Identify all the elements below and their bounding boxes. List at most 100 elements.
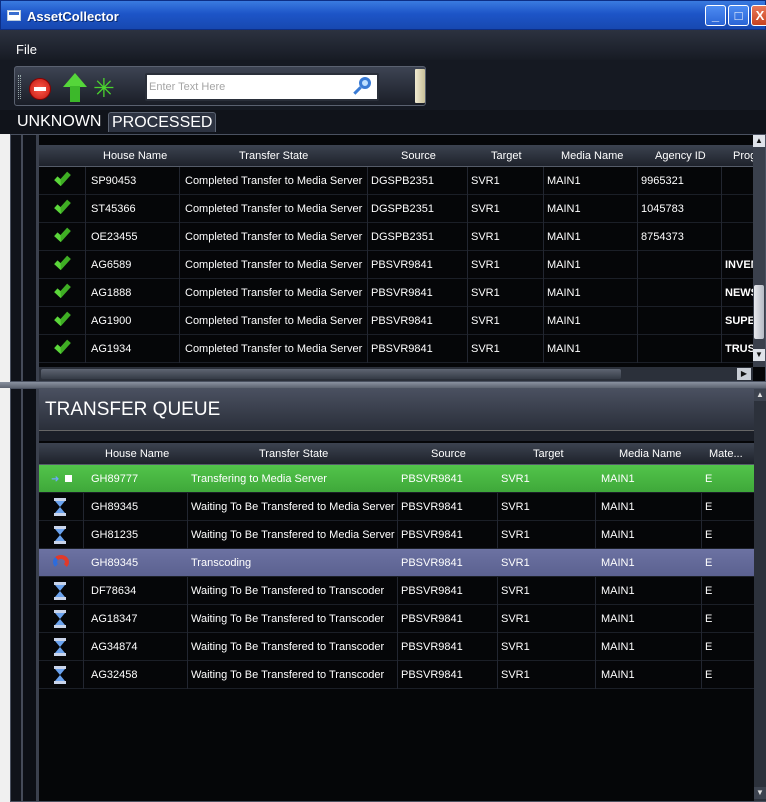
tab-bar: UNKNOWN PROCESSED xyxy=(0,110,766,134)
check-icon xyxy=(54,336,71,355)
transfer-queue-frame: TRANSFER QUEUE House Name Transfer State… xyxy=(10,388,766,802)
agency-id-cell: 9965321 xyxy=(641,175,684,187)
queue-row[interactable]: GH89345 Transcoding PBSVR9841 SVR1 MAIN1 E xyxy=(39,549,755,577)
column-separator xyxy=(187,661,188,689)
transfer-state-cell: Completed Transfer to Media Server xyxy=(185,203,363,215)
queue-house-name-cell: GH89345 xyxy=(91,501,139,513)
col-agency-id[interactable]: Agency ID xyxy=(655,150,706,162)
column-separator xyxy=(637,307,638,335)
queue-grid-header: House Name Transfer State Source Target … xyxy=(39,443,755,465)
column-separator xyxy=(367,307,368,335)
close-button[interactable]: X xyxy=(751,5,766,26)
column-separator xyxy=(187,521,188,549)
queue-media-name-cell: MAIN1 xyxy=(601,641,635,653)
table-row[interactable]: AG1934 Completed Transfer to Media Server… xyxy=(39,335,753,363)
processed-horizontal-scrollbar[interactable]: ▶ xyxy=(39,367,753,381)
col-transfer-state[interactable]: Transfer State xyxy=(239,150,308,162)
scroll-down-arrow-icon[interactable]: ▼ xyxy=(753,349,765,361)
prog-cell: SUPER xyxy=(725,315,753,327)
queue-media-name-cell: MAIN1 xyxy=(601,669,635,681)
queue-col-house-name[interactable]: House Name xyxy=(105,448,169,460)
house-name-cell: AG6589 xyxy=(91,259,132,271)
queue-row[interactable]: AG34874 Waiting To Be Transfered to Trans… xyxy=(39,633,755,661)
queue-scroll-up-arrow-icon[interactable]: ▲ xyxy=(754,389,766,401)
col-source[interactable]: Source xyxy=(401,150,436,162)
table-row[interactable]: AG1888 Completed Transfer to Media Server… xyxy=(39,279,753,307)
queue-vertical-scrollbar[interactable]: ▲ ▼ xyxy=(754,389,766,801)
column-separator xyxy=(543,167,544,195)
minimize-button[interactable]: _ xyxy=(705,5,726,26)
transfer-queue-grid: House Name Transfer State Source Target … xyxy=(39,443,755,802)
column-separator xyxy=(83,661,84,689)
scroll-up-arrow-icon[interactable]: ▲ xyxy=(753,135,765,147)
queue-row[interactable]: ➜ GH89777 Transfering to Media Server PBSVR… xyxy=(39,465,755,493)
column-separator xyxy=(637,223,638,251)
queue-target-cell: SVR1 xyxy=(501,585,530,597)
col-media-name[interactable]: Media Name xyxy=(561,150,623,162)
search-icon[interactable] xyxy=(351,76,375,98)
upload-arrow-icon[interactable] xyxy=(63,73,87,103)
queue-row[interactable]: GH89345 Waiting To Be Transfered to Media… xyxy=(39,493,755,521)
col-target[interactable]: Target xyxy=(491,150,522,162)
queue-row[interactable]: AG18347 Waiting To Be Transfered to Trans… xyxy=(39,605,755,633)
media-name-cell: MAIN1 xyxy=(547,259,581,271)
refresh-icon[interactable]: ✳ xyxy=(93,75,115,101)
column-separator xyxy=(497,577,498,605)
queue-transfer-state-cell: Waiting To Be Transfered to Transcoder xyxy=(191,585,385,597)
queue-transfer-state-cell: Waiting To Be Transfered to Media Server xyxy=(191,501,395,513)
queue-mate-cell: E xyxy=(705,613,713,625)
table-row[interactable]: ST45366 Completed Transfer to Media Serve… xyxy=(39,195,753,223)
queue-col-source[interactable]: Source xyxy=(431,448,466,460)
transfer-state-cell: Completed Transfer to Media Server xyxy=(185,175,363,187)
scroll-right-arrow-icon[interactable]: ▶ xyxy=(737,368,751,380)
column-separator xyxy=(595,605,596,633)
source-cell: DGSPB2351 xyxy=(371,203,434,215)
queue-col-target[interactable]: Target xyxy=(533,448,564,460)
column-separator xyxy=(595,493,596,521)
processed-hscroll-thumb[interactable] xyxy=(41,369,621,379)
toolbar-grip-handle[interactable] xyxy=(18,75,21,99)
queue-row[interactable]: GH81235 Waiting To Be Transfered to Media… xyxy=(39,521,755,549)
prog-cell: TRUST xyxy=(725,343,753,355)
media-name-cell: MAIN1 xyxy=(547,315,581,327)
queue-rows: ➜ GH89777 Transfering to Media Server PBSVR… xyxy=(39,465,755,802)
queue-source-cell: PBSVR9841 xyxy=(401,557,463,569)
transfer-queue-header: TRANSFER QUEUE xyxy=(39,389,755,431)
processed-vertical-scrollbar[interactable]: ▲ ▼ xyxy=(753,135,765,367)
column-separator xyxy=(83,521,84,549)
search-input[interactable] xyxy=(149,77,345,97)
queue-target-cell: SVR1 xyxy=(501,529,530,541)
table-row[interactable]: OE23455 Completed Transfer to Media Serve… xyxy=(39,223,753,251)
column-separator xyxy=(85,167,86,195)
queue-row[interactable]: AG32458 Waiting To Be Transfered to Trans… xyxy=(39,661,755,689)
column-separator xyxy=(83,605,84,633)
source-cell: DGSPB2351 xyxy=(371,175,434,187)
queue-source-cell: PBSVR9841 xyxy=(401,473,463,485)
stop-icon[interactable] xyxy=(29,78,51,100)
maximize-button[interactable]: □ xyxy=(728,5,749,26)
column-separator xyxy=(595,633,596,661)
column-separator xyxy=(497,661,498,689)
house-name-cell: SP90453 xyxy=(91,175,137,187)
table-row[interactable]: AG1900 Completed Transfer to Media Server… xyxy=(39,307,753,335)
queue-col-transfer-state[interactable]: Transfer State xyxy=(259,448,328,460)
tab-unknown[interactable]: UNKNOWN xyxy=(14,112,104,132)
column-separator xyxy=(595,577,596,605)
queue-col-mate[interactable]: Mate... xyxy=(709,448,743,460)
table-row[interactable]: AG6589 Completed Transfer to Media Server… xyxy=(39,251,753,279)
col-house-name[interactable]: House Name xyxy=(103,150,167,162)
queue-mate-cell: E xyxy=(705,529,713,541)
hourglass-icon xyxy=(54,526,66,544)
table-row[interactable]: SP90453 Completed Transfer to Media Serve… xyxy=(39,167,753,195)
house-name-cell: OE23455 xyxy=(91,231,138,243)
transfer-state-cell: Completed Transfer to Media Server xyxy=(185,315,363,327)
queue-col-media-name[interactable]: Media Name xyxy=(619,448,681,460)
processed-grid: House Name Transfer State Source Target … xyxy=(39,145,756,367)
queue-row[interactable]: DF78634 Waiting To Be Transfered to Trans… xyxy=(39,577,755,605)
processed-vscroll-thumb[interactable] xyxy=(754,285,764,339)
tab-processed[interactable]: PROCESSED xyxy=(108,112,217,132)
column-separator xyxy=(179,279,180,307)
queue-scroll-down-arrow-icon[interactable]: ▼ xyxy=(754,787,766,799)
menu-file[interactable]: File xyxy=(16,42,37,57)
media-name-cell: MAIN1 xyxy=(547,175,581,187)
